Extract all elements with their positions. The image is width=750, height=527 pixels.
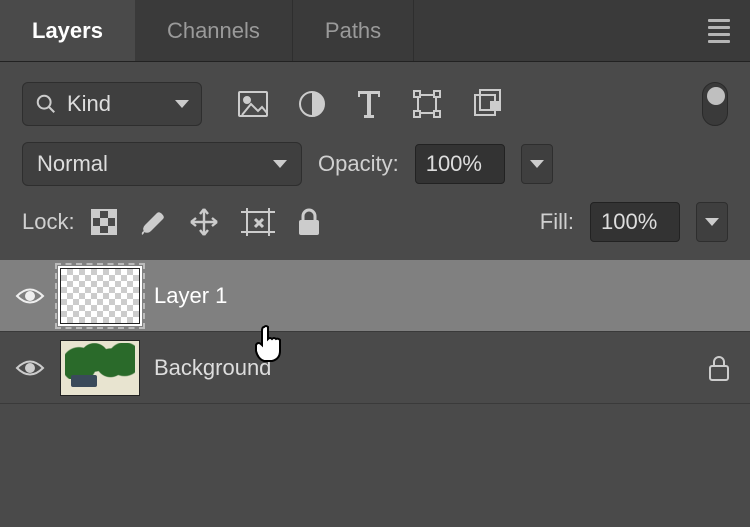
- visibility-toggle[interactable]: [14, 352, 46, 384]
- layer-thumbnail[interactable]: [60, 340, 140, 396]
- tab-layers[interactable]: Layers: [0, 0, 135, 61]
- layer-row[interactable]: Layer 1: [0, 260, 750, 332]
- tab-label: Paths: [325, 18, 381, 44]
- lock-row: Lock:: [0, 194, 750, 250]
- lock-label: Lock:: [22, 209, 75, 235]
- lock-artboard-icon[interactable]: [241, 208, 275, 236]
- opacity-label: Opacity:: [318, 151, 399, 177]
- adjustment-layer-filter-icon[interactable]: [298, 90, 326, 118]
- fill-input[interactable]: 100%: [590, 202, 680, 242]
- opacity-value: 100%: [426, 151, 482, 177]
- type-layer-filter-icon[interactable]: [356, 89, 382, 119]
- filter-kind-label: Kind: [67, 91, 111, 117]
- opacity-slider-toggle[interactable]: [521, 144, 553, 184]
- layer-thumbnail[interactable]: [60, 268, 140, 324]
- tab-paths[interactable]: Paths: [293, 0, 414, 61]
- search-icon: [35, 93, 57, 115]
- layer-name[interactable]: Layer 1: [154, 283, 738, 309]
- lock-icon: [708, 355, 730, 381]
- layers-list: Layer 1 Background: [0, 260, 750, 404]
- filter-kind-dropdown[interactable]: Kind: [22, 82, 202, 126]
- blend-mode-row: Normal Opacity: 100%: [0, 134, 750, 194]
- lock-position-icon[interactable]: [189, 207, 219, 237]
- layer-lock-indicator[interactable]: [708, 355, 730, 381]
- layer-filter-row: Kind: [0, 74, 750, 134]
- lock-all-icon[interactable]: [297, 208, 321, 236]
- blend-mode-value: Normal: [37, 151, 108, 177]
- filter-toggle[interactable]: [702, 82, 728, 126]
- chevron-down-icon: [530, 160, 544, 168]
- fill-value: 100%: [601, 209, 657, 235]
- layer-name[interactable]: Background: [154, 355, 694, 381]
- panel-tab-bar: Layers Channels Paths: [0, 0, 750, 62]
- visibility-toggle[interactable]: [14, 280, 46, 312]
- blend-mode-dropdown[interactable]: Normal: [22, 142, 302, 186]
- chevron-down-icon: [705, 218, 719, 226]
- fill-slider-toggle[interactable]: [696, 202, 728, 242]
- tab-label: Layers: [32, 18, 103, 44]
- lock-paint-icon[interactable]: [139, 208, 167, 236]
- layer-row[interactable]: Background: [0, 332, 750, 404]
- chevron-down-icon: [273, 160, 287, 168]
- layers-panel: Kind: [0, 62, 750, 527]
- opacity-input[interactable]: 100%: [415, 144, 505, 184]
- eye-icon: [15, 285, 45, 307]
- panel-menu-icon[interactable]: [708, 19, 730, 43]
- fill-label: Fill:: [540, 209, 574, 235]
- lock-transparency-icon[interactable]: [91, 209, 117, 235]
- image-layer-filter-icon[interactable]: [238, 91, 268, 117]
- tab-label: Channels: [167, 18, 260, 44]
- eye-icon: [15, 357, 45, 379]
- shape-layer-filter-icon[interactable]: [412, 89, 442, 119]
- tab-channels[interactable]: Channels: [135, 0, 293, 61]
- smart-object-filter-icon[interactable]: [472, 89, 502, 119]
- chevron-down-icon: [175, 100, 189, 108]
